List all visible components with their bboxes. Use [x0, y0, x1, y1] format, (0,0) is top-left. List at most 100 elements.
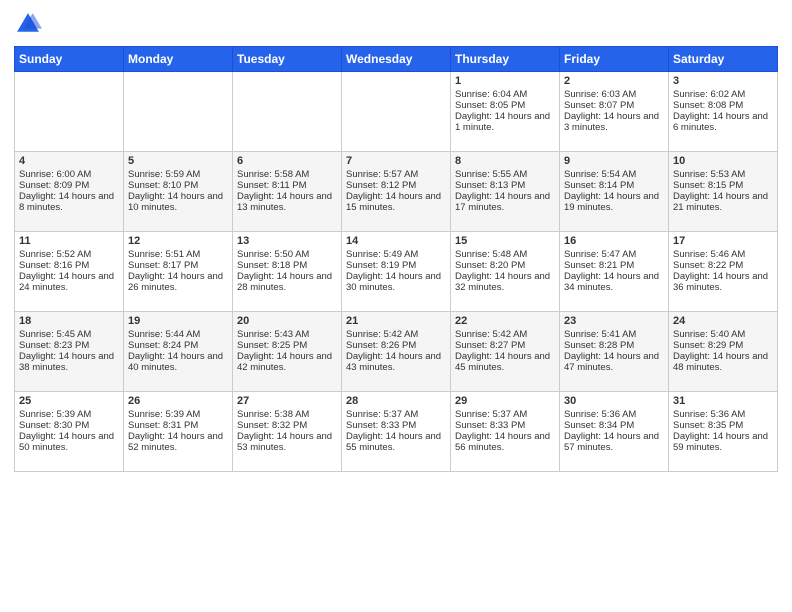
- day-info: Sunrise: 5:47 AM: [564, 249, 664, 260]
- calendar-table: SundayMondayTuesdayWednesdayThursdayFrid…: [14, 46, 778, 472]
- day-info: Sunset: 8:24 PM: [128, 340, 228, 351]
- day-info: Sunrise: 5:49 AM: [346, 249, 446, 260]
- day-info: Sunset: 8:25 PM: [237, 340, 337, 351]
- calendar-cell: 2Sunrise: 6:03 AMSunset: 8:07 PMDaylight…: [560, 72, 669, 152]
- day-info: Sunset: 8:34 PM: [564, 420, 664, 431]
- day-info: Sunrise: 5:42 AM: [346, 329, 446, 340]
- day-info: Sunset: 8:32 PM: [237, 420, 337, 431]
- day-info: Sunrise: 5:48 AM: [455, 249, 555, 260]
- day-info: Daylight: 14 hours and 53 minutes.: [237, 431, 337, 453]
- day-info: Sunrise: 6:02 AM: [673, 89, 773, 100]
- day-number: 13: [237, 235, 337, 247]
- day-info: Sunset: 8:17 PM: [128, 260, 228, 271]
- day-info: Daylight: 14 hours and 15 minutes.: [346, 191, 446, 213]
- day-number: 8: [455, 155, 555, 167]
- calendar-cell: [124, 72, 233, 152]
- day-info: Sunset: 8:10 PM: [128, 180, 228, 191]
- day-number: 5: [128, 155, 228, 167]
- day-info: Sunset: 8:29 PM: [673, 340, 773, 351]
- header-day-sunday: Sunday: [15, 47, 124, 72]
- day-info: Sunset: 8:23 PM: [19, 340, 119, 351]
- header-row: SundayMondayTuesdayWednesdayThursdayFrid…: [15, 47, 778, 72]
- day-number: 30: [564, 395, 664, 407]
- day-info: Sunset: 8:20 PM: [455, 260, 555, 271]
- day-info: Sunrise: 5:46 AM: [673, 249, 773, 260]
- calendar-cell: 3Sunrise: 6:02 AMSunset: 8:08 PMDaylight…: [669, 72, 778, 152]
- calendar-header: SundayMondayTuesdayWednesdayThursdayFrid…: [15, 47, 778, 72]
- day-number: 9: [564, 155, 664, 167]
- day-info: Daylight: 14 hours and 21 minutes.: [673, 191, 773, 213]
- day-number: 31: [673, 395, 773, 407]
- day-info: Sunset: 8:19 PM: [346, 260, 446, 271]
- calendar-cell: 30Sunrise: 5:36 AMSunset: 8:34 PMDayligh…: [560, 392, 669, 472]
- day-info: Daylight: 14 hours and 43 minutes.: [346, 351, 446, 373]
- day-info: Daylight: 14 hours and 40 minutes.: [128, 351, 228, 373]
- day-info: Sunrise: 6:00 AM: [19, 169, 119, 180]
- day-number: 20: [237, 315, 337, 327]
- calendar-cell: 23Sunrise: 5:41 AMSunset: 8:28 PMDayligh…: [560, 312, 669, 392]
- day-info: Sunrise: 5:37 AM: [455, 409, 555, 420]
- day-number: 29: [455, 395, 555, 407]
- day-number: 12: [128, 235, 228, 247]
- day-info: Daylight: 14 hours and 47 minutes.: [564, 351, 664, 373]
- week-row-3: 18Sunrise: 5:45 AMSunset: 8:23 PMDayligh…: [15, 312, 778, 392]
- day-info: Daylight: 14 hours and 32 minutes.: [455, 271, 555, 293]
- day-info: Daylight: 14 hours and 42 minutes.: [237, 351, 337, 373]
- day-info: Sunset: 8:15 PM: [673, 180, 773, 191]
- day-info: Sunset: 8:28 PM: [564, 340, 664, 351]
- day-number: 3: [673, 75, 773, 87]
- day-number: 18: [19, 315, 119, 327]
- day-info: Sunset: 8:11 PM: [237, 180, 337, 191]
- day-info: Sunrise: 5:43 AM: [237, 329, 337, 340]
- day-info: Daylight: 14 hours and 48 minutes.: [673, 351, 773, 373]
- calendar-cell: 4Sunrise: 6:00 AMSunset: 8:09 PMDaylight…: [15, 152, 124, 232]
- day-number: 21: [346, 315, 446, 327]
- calendar-cell: 11Sunrise: 5:52 AMSunset: 8:16 PMDayligh…: [15, 232, 124, 312]
- day-info: Sunset: 8:31 PM: [128, 420, 228, 431]
- calendar-cell: 27Sunrise: 5:38 AMSunset: 8:32 PMDayligh…: [233, 392, 342, 472]
- calendar-cell: 18Sunrise: 5:45 AMSunset: 8:23 PMDayligh…: [15, 312, 124, 392]
- calendar-cell: 28Sunrise: 5:37 AMSunset: 8:33 PMDayligh…: [342, 392, 451, 472]
- week-row-4: 25Sunrise: 5:39 AMSunset: 8:30 PMDayligh…: [15, 392, 778, 472]
- day-info: Sunrise: 5:51 AM: [128, 249, 228, 260]
- calendar-cell: [233, 72, 342, 152]
- day-info: Sunset: 8:14 PM: [564, 180, 664, 191]
- calendar-cell: 17Sunrise: 5:46 AMSunset: 8:22 PMDayligh…: [669, 232, 778, 312]
- day-info: Sunset: 8:33 PM: [346, 420, 446, 431]
- calendar-cell: 12 Sunrise: 5:51 AMSunset: 8:17 PMDayligh…: [124, 232, 233, 312]
- day-number: 22: [455, 315, 555, 327]
- day-number: 19: [128, 315, 228, 327]
- day-info: Sunrise: 6:04 AM: [455, 89, 555, 100]
- day-info: Daylight: 14 hours and 28 minutes.: [237, 271, 337, 293]
- calendar-cell: 26Sunrise: 5:39 AMSunset: 8:31 PMDayligh…: [124, 392, 233, 472]
- header-day-monday: Monday: [124, 47, 233, 72]
- day-info: Sunset: 8:35 PM: [673, 420, 773, 431]
- calendar-cell: 7Sunrise: 5:57 AMSunset: 8:12 PMDaylight…: [342, 152, 451, 232]
- day-info: Daylight: 14 hours and 3 minutes.: [564, 111, 664, 133]
- day-number: 1: [455, 75, 555, 87]
- day-info: Sunset: 8:09 PM: [19, 180, 119, 191]
- day-info: Sunrise: 5:41 AM: [564, 329, 664, 340]
- day-info: Sunset: 8:21 PM: [564, 260, 664, 271]
- day-info: Sunrise: 5:54 AM: [564, 169, 664, 180]
- calendar-cell: 1Sunrise: 6:04 AMSunset: 8:05 PMDaylight…: [451, 72, 560, 152]
- day-info: Daylight: 14 hours and 57 minutes.: [564, 431, 664, 453]
- week-row-0: 1Sunrise: 6:04 AMSunset: 8:05 PMDaylight…: [15, 72, 778, 152]
- day-number: 26: [128, 395, 228, 407]
- header-day-wednesday: Wednesday: [342, 47, 451, 72]
- day-info: Sunrise: 5:40 AM: [673, 329, 773, 340]
- day-info: Daylight: 14 hours and 52 minutes.: [128, 431, 228, 453]
- day-info: Sunrise: 5:52 AM: [19, 249, 119, 260]
- day-info: Sunset: 8:22 PM: [673, 260, 773, 271]
- calendar-cell: 6Sunrise: 5:58 AMSunset: 8:11 PMDaylight…: [233, 152, 342, 232]
- calendar-cell: 10Sunrise: 5:53 AMSunset: 8:15 PMDayligh…: [669, 152, 778, 232]
- day-number: 2: [564, 75, 664, 87]
- day-info: Sunrise: 5:36 AM: [673, 409, 773, 420]
- day-info: Daylight: 14 hours and 26 minutes.: [128, 271, 228, 293]
- day-info: Sunset: 8:30 PM: [19, 420, 119, 431]
- calendar-cell: [15, 72, 124, 152]
- day-info: Daylight: 14 hours and 45 minutes.: [455, 351, 555, 373]
- day-number: 28: [346, 395, 446, 407]
- calendar-cell: 22Sunrise: 5:42 AMSunset: 8:27 PMDayligh…: [451, 312, 560, 392]
- day-info: Daylight: 14 hours and 59 minutes.: [673, 431, 773, 453]
